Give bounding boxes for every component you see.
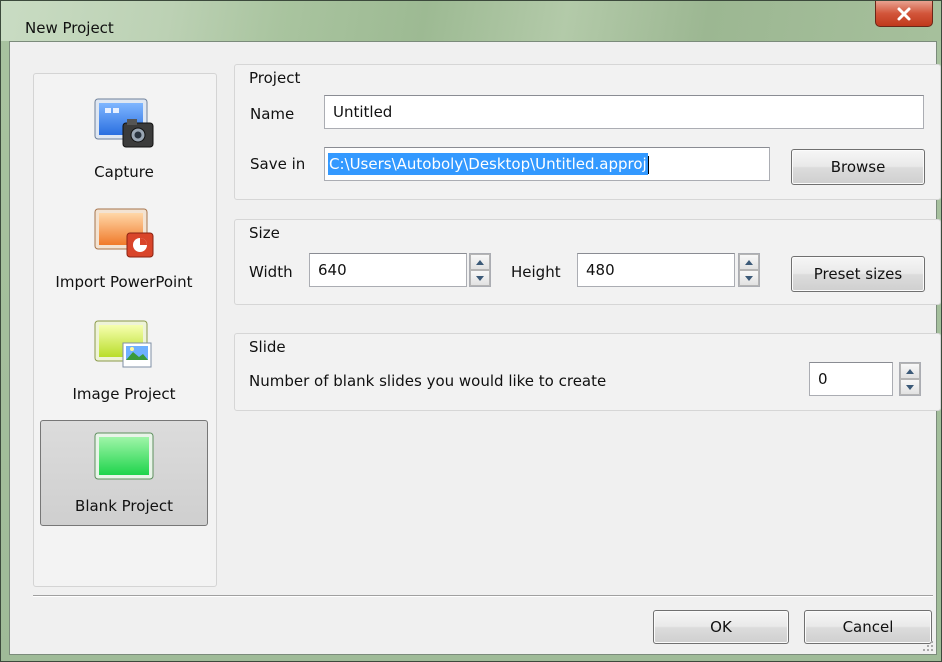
slide-group-title: Slide: [249, 338, 286, 356]
close-icon: [897, 7, 911, 20]
arrow-up-icon: [745, 259, 753, 265]
project-group: Project Name Untitled Save in C:\Users\A…: [234, 64, 941, 200]
height-label: Height: [511, 263, 561, 281]
preset-sizes-button[interactable]: Preset sizes: [791, 256, 925, 292]
project-type-label: Import PowerPoint: [55, 273, 193, 291]
arrow-up-icon: [476, 259, 484, 265]
width-input[interactable]: 640: [309, 253, 467, 287]
save-in-input-value: C:\Users\Autoboly\Desktop\Untitled.appro…: [328, 153, 648, 175]
blank-slides-spinner[interactable]: [899, 362, 921, 396]
height-input[interactable]: 480: [577, 253, 735, 287]
close-button[interactable]: [875, 1, 933, 27]
blank-project-icon: [94, 432, 154, 480]
project-type-label: Image Project: [72, 385, 176, 403]
name-label: Name: [250, 105, 295, 123]
height-spin-up[interactable]: [739, 254, 759, 270]
blank-slides-input-value: 0: [818, 370, 828, 388]
window-title: New Project: [25, 19, 114, 37]
width-spinner[interactable]: [469, 253, 491, 287]
name-input-value: Untitled: [333, 103, 393, 121]
camera-capture-icon: [94, 98, 154, 148]
size-group: Size Width 640 Height 480 Preset sizes: [234, 219, 941, 305]
arrow-down-icon: [476, 275, 484, 281]
new-project-window: New Project Capture Import PowerPoint Im…: [0, 0, 942, 662]
dialog-client-area: Capture Import PowerPoint Image Project …: [9, 41, 941, 655]
width-label: Width: [249, 263, 293, 281]
footer-separator: [33, 595, 933, 597]
project-type-label: Blank Project: [75, 497, 173, 515]
project-type-label: Capture: [94, 163, 154, 181]
name-input[interactable]: Untitled: [324, 95, 924, 129]
blank-slides-label: Number of blank slides you would like to…: [249, 372, 607, 390]
save-in-input[interactable]: C:\Users\Autoboly\Desktop\Untitled.appro…: [324, 147, 770, 181]
ok-button[interactable]: OK: [653, 610, 789, 644]
arrow-down-icon: [745, 275, 753, 281]
project-type-import-powerpoint[interactable]: Import PowerPoint: [40, 196, 208, 302]
blank-slides-spin-up[interactable]: [900, 363, 920, 379]
image-project-icon: [94, 320, 152, 368]
arrow-up-icon: [906, 368, 914, 374]
project-type-image-project[interactable]: Image Project: [40, 308, 208, 414]
title-bar[interactable]: New Project: [1, 1, 941, 41]
blank-slides-input[interactable]: 0: [809, 362, 893, 396]
arrow-down-icon: [906, 384, 914, 390]
project-type-blank-project[interactable]: Blank Project: [40, 420, 208, 526]
width-input-value: 640: [318, 261, 347, 279]
browse-button[interactable]: Browse: [791, 149, 925, 185]
blank-slides-spin-down[interactable]: [900, 379, 920, 395]
height-input-value: 480: [586, 261, 615, 279]
height-spin-down[interactable]: [739, 270, 759, 286]
resize-grip-icon[interactable]: [922, 640, 934, 652]
project-type-list: Capture Import PowerPoint Image Project …: [33, 73, 217, 587]
size-group-title: Size: [249, 224, 280, 242]
slide-group: Slide Number of blank slides you would l…: [234, 333, 941, 411]
project-group-title: Project: [249, 69, 301, 87]
width-spin-up[interactable]: [470, 254, 490, 270]
text-caret: [647, 155, 649, 174]
cancel-button[interactable]: Cancel: [804, 610, 932, 644]
width-spin-down[interactable]: [470, 270, 490, 286]
powerpoint-icon: [94, 208, 154, 258]
project-type-capture[interactable]: Capture: [40, 86, 208, 192]
save-in-label: Save in: [250, 155, 306, 173]
height-spinner[interactable]: [738, 253, 760, 287]
